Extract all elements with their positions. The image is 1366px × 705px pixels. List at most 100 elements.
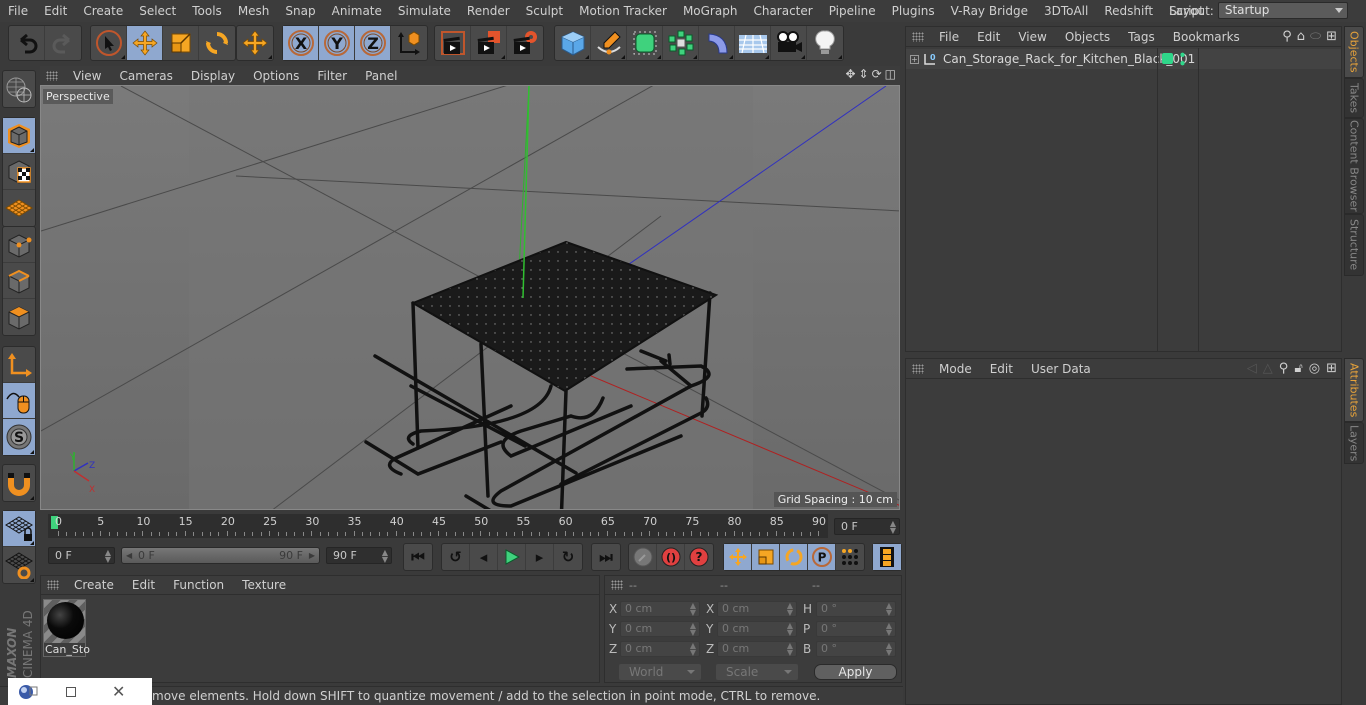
range-left-arrow-icon[interactable]: ◀: [126, 548, 132, 563]
menu-snap[interactable]: Snap: [277, 0, 323, 22]
workplane-mode-button[interactable]: [3, 190, 35, 226]
restore-icon[interactable]: [66, 686, 76, 697]
column-divider[interactable]: [1157, 48, 1158, 352]
autokey-button[interactable]: ?: [685, 544, 713, 570]
camera-button[interactable]: [771, 26, 807, 60]
render-view-button[interactable]: [435, 26, 471, 60]
object-menu-tags[interactable]: Tags: [1119, 30, 1164, 44]
spin-arrows-icon[interactable]: ▲ ▼: [105, 549, 111, 564]
rot-b-field[interactable]: 0 ° ▲ ▼: [816, 641, 896, 657]
y-axis-button[interactable]: Y: [319, 26, 355, 60]
x-axis-button[interactable]: X: [283, 26, 319, 60]
menu-plugins[interactable]: Plugins: [884, 0, 943, 22]
toggle-view-icon[interactable]: ◫: [885, 67, 896, 81]
panel-grip-icon[interactable]: [46, 70, 58, 81]
motion-path-button[interactable]: [629, 544, 657, 570]
lock-workplane-button[interactable]: [3, 511, 35, 547]
coordinate-system-button[interactable]: [391, 26, 427, 60]
object-menu-edit[interactable]: Edit: [968, 30, 1009, 44]
attributes-menu-user-data[interactable]: User Data: [1022, 362, 1100, 376]
tab-takes[interactable]: Takes: [1344, 78, 1364, 118]
layer-color-tag[interactable]: [1162, 53, 1173, 64]
menu-pipeline[interactable]: Pipeline: [821, 0, 884, 22]
menu-create[interactable]: Create: [75, 0, 131, 22]
menu-tools[interactable]: Tools: [184, 0, 230, 22]
menu-vray-bridge[interactable]: V-Ray Bridge: [943, 0, 1036, 22]
pos-x-field[interactable]: 0 cm ▲ ▼: [620, 601, 700, 617]
visibility-dots-icon[interactable]: [1180, 52, 1185, 66]
size-z-field[interactable]: 0 cm ▲ ▼: [717, 641, 797, 657]
size-y-field[interactable]: 0 cm ▲ ▼: [717, 621, 797, 637]
orbit-view-icon[interactable]: ⟳: [872, 67, 882, 81]
object-menu-bookmarks[interactable]: Bookmarks: [1164, 30, 1249, 44]
menu-3dtoall[interactable]: 3DToAll: [1036, 0, 1096, 22]
object-menu-view[interactable]: View: [1009, 30, 1055, 44]
material-menu-texture[interactable]: Texture: [233, 578, 295, 592]
tab-attributes[interactable]: Attributes: [1344, 358, 1364, 422]
scale-tool-button[interactable]: [163, 26, 199, 60]
panel-grip-icon[interactable]: [47, 580, 59, 590]
next-keyframe-button[interactable]: ↻: [554, 544, 582, 570]
menu-motion-tracker[interactable]: Motion Tracker: [571, 0, 675, 22]
spin-arrows-icon[interactable]: ▲ ▼: [690, 602, 696, 617]
timeline-button[interactable]: [873, 544, 901, 570]
lock-icon[interactable]: 🔓︎: [1294, 361, 1302, 376]
pen-spline-button[interactable]: [591, 26, 627, 60]
layout-dropdown[interactable]: Startup: [1217, 2, 1348, 19]
cloner-button[interactable]: [663, 26, 699, 60]
up-arrow-icon[interactable]: △: [1263, 361, 1273, 376]
menu-edit[interactable]: Edit: [36, 0, 75, 22]
rot-h-field[interactable]: 0 ° ▲ ▼: [816, 601, 896, 617]
light-button[interactable]: [807, 26, 843, 60]
workplane-rotate-button[interactable]: [3, 547, 35, 583]
snap-button[interactable]: [3, 465, 35, 501]
close-icon[interactable]: ✕: [112, 682, 125, 701]
spin-arrows-icon[interactable]: ▲ ▼: [690, 642, 696, 657]
floor-button[interactable]: [735, 26, 771, 60]
render-picture-viewer-button[interactable]: [471, 26, 507, 60]
menu-render[interactable]: Render: [459, 0, 518, 22]
target-icon[interactable]: ◎: [1309, 361, 1320, 376]
spin-arrows-icon[interactable]: ▲ ▼: [890, 520, 896, 535]
expand-icon[interactable]: +: [910, 54, 919, 64]
object-menu-objects[interactable]: Objects: [1056, 30, 1119, 44]
coordinate-mode-select[interactable]: World: [619, 664, 701, 680]
material-menu-create[interactable]: Create: [65, 578, 123, 592]
spin-arrows-icon[interactable]: ▲ ▼: [886, 622, 892, 637]
current-frame-field[interactable]: 0 F ▲ ▼: [834, 518, 900, 535]
menu-mograph[interactable]: MoGraph: [675, 0, 746, 22]
subdivision-surface-button[interactable]: [627, 26, 663, 60]
undo-button[interactable]: [9, 26, 45, 60]
tab-layers[interactable]: Layers: [1344, 422, 1364, 464]
material-menu-edit[interactable]: Edit: [123, 578, 164, 592]
menu-redshift[interactable]: Redshift: [1096, 0, 1161, 22]
viewport-menu-panel[interactable]: Panel: [356, 69, 406, 83]
spin-arrows-icon[interactable]: ▲ ▼: [787, 622, 793, 637]
spin-arrows-icon[interactable]: ▲ ▼: [787, 642, 793, 657]
next-frame-button[interactable]: ▸: [526, 544, 554, 570]
dolly-view-icon[interactable]: ⇕: [859, 67, 869, 81]
viewport-menu-display[interactable]: Display: [182, 69, 244, 83]
pan-view-icon[interactable]: ✥: [845, 67, 855, 81]
previous-frame-button[interactable]: ◂: [470, 544, 498, 570]
column-divider[interactable]: [1198, 48, 1199, 352]
start-frame-field[interactable]: 0 F ▲ ▼: [48, 547, 115, 564]
new-panel-icon[interactable]: ⊞: [1326, 361, 1337, 376]
previous-keyframe-button[interactable]: ↺: [442, 544, 470, 570]
make-editable-button[interactable]: [3, 71, 35, 107]
tab-content-browser[interactable]: Content Browser: [1344, 118, 1364, 214]
frame-range-slider[interactable]: ◀ 0 F 90 F ▶: [121, 547, 320, 564]
tab-objects[interactable]: Objects: [1344, 26, 1364, 78]
panel-grip-icon[interactable]: [611, 580, 623, 590]
pos-y-field[interactable]: 0 cm ▲ ▼: [620, 621, 700, 637]
live-move-button[interactable]: [237, 26, 273, 60]
end-frame-field[interactable]: 90 F ▲ ▼: [326, 547, 392, 564]
render-settings-button[interactable]: [507, 26, 543, 60]
record-button[interactable]: (): [657, 544, 685, 570]
viewport-menu-filter[interactable]: Filter: [308, 69, 356, 83]
key-scale-button[interactable]: [752, 544, 780, 570]
viewport-menu-view[interactable]: View: [64, 69, 110, 83]
attributes-menu-edit[interactable]: Edit: [981, 362, 1022, 376]
viewport-menu-cameras[interactable]: Cameras: [110, 69, 181, 83]
attributes-menu-mode[interactable]: Mode: [930, 362, 981, 376]
